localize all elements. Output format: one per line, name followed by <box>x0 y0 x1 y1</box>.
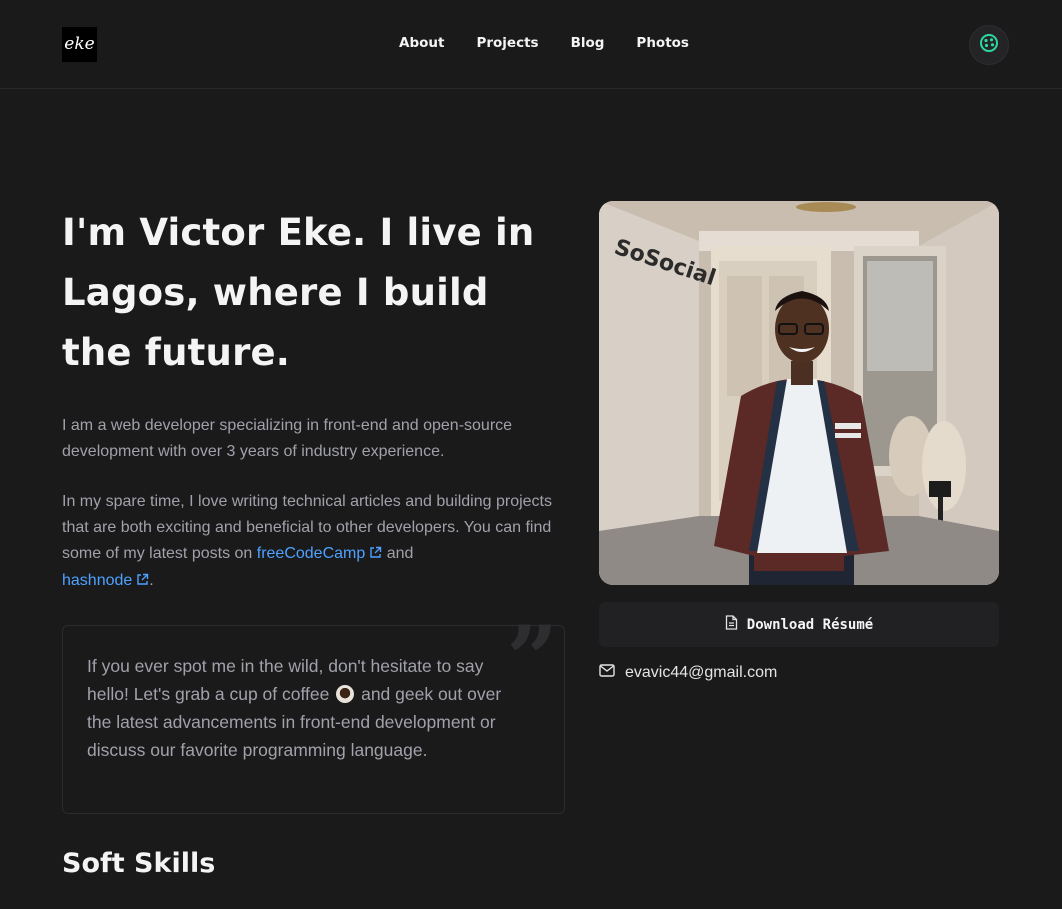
site-header: eke About Projects Blog Photos <box>0 0 1062 89</box>
file-icon <box>725 615 738 634</box>
theme-toggle-button[interactable] <box>969 25 1009 65</box>
and-text: and <box>382 545 414 562</box>
quote-card: ” If you ever spot me in the wild, don't… <box>62 614 565 814</box>
hashnode-link[interactable]: hashnode <box>62 572 149 589</box>
nav-projects[interactable]: Projects <box>476 35 538 51</box>
external-link-icon <box>136 569 149 595</box>
coffee-icon <box>336 685 355 703</box>
soft-skills-heading: Soft Skills <box>62 848 216 879</box>
email-link[interactable]: evavic44@gmail.com <box>599 664 777 682</box>
profile-photo: SoSocial <box>599 201 999 585</box>
nav-about[interactable]: About <box>399 35 444 51</box>
mail-icon <box>599 664 615 682</box>
quote-text: If you ever spot me in the wild, don't h… <box>87 652 517 764</box>
download-resume-button[interactable]: Download Résumé <box>599 602 999 647</box>
palette-icon <box>979 33 999 58</box>
period-text: . <box>149 572 154 589</box>
main-nav: About Projects Blog Photos <box>399 35 689 51</box>
nav-photos[interactable]: Photos <box>636 35 689 51</box>
intro-paragraph: I am a web developer specializing in fro… <box>62 417 513 460</box>
email-address: evavic44@gmail.com <box>625 664 778 681</box>
site-logo[interactable]: eke <box>62 27 97 62</box>
nav-blog[interactable]: Blog <box>571 35 605 51</box>
external-link-icon <box>369 542 382 568</box>
hashnode-link-label: hashnode <box>62 572 133 589</box>
freecodecamp-link[interactable]: freeCodeCamp <box>257 545 383 562</box>
spare-time-paragraph: In my spare time, I love writing technic… <box>62 489 572 595</box>
hero-title: I'm Victor Eke. I live in Lagos, where I… <box>62 211 535 374</box>
download-resume-label: Download Résumé <box>746 616 874 633</box>
freecodecamp-link-label: freeCodeCamp <box>256 545 366 562</box>
